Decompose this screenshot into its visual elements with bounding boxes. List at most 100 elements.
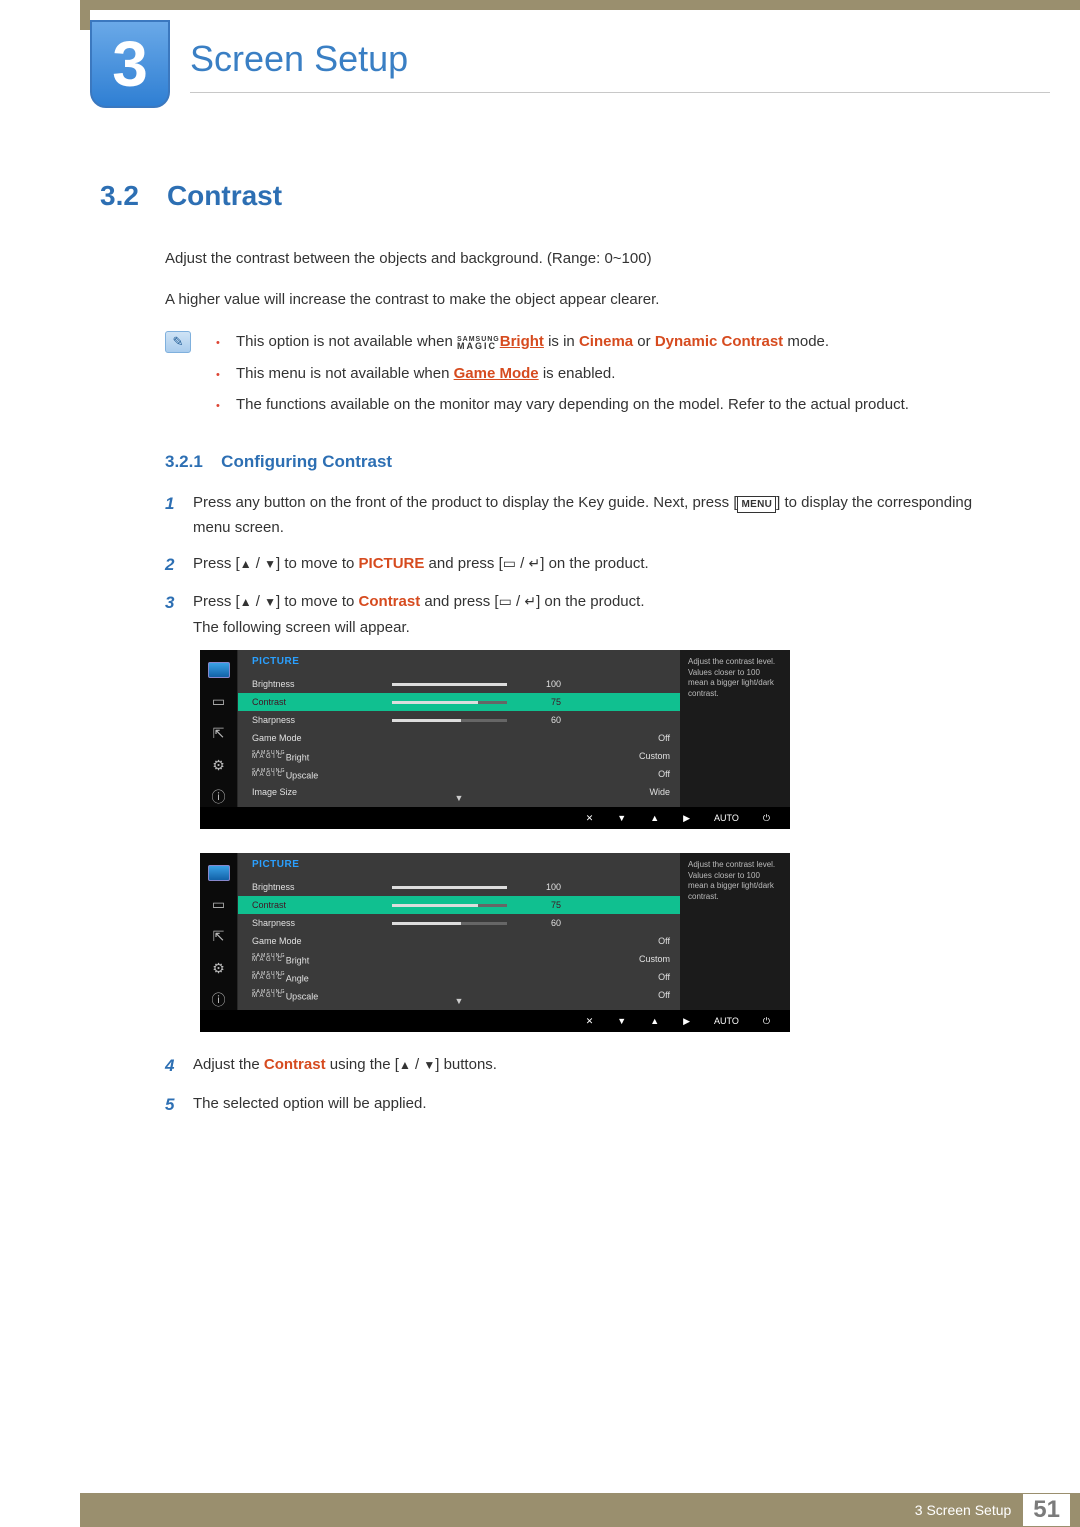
osd-tooltip: Adjust the contrast level. Values closer… [680, 650, 790, 807]
osd-title: PICTURE [252, 656, 670, 667]
chapter-title: Screen Setup [190, 38, 408, 80]
osd-row-value: Off [630, 972, 670, 982]
osd-slider [392, 683, 507, 686]
osd-row-label: SAMSUNGMAGICBright [252, 954, 392, 966]
step-number: 2 [165, 551, 179, 580]
osd-slider-fill [392, 683, 507, 686]
osd-row: Sharpness60 [252, 711, 670, 729]
note-item-1: This option is not available when SAMSUN… [216, 329, 909, 355]
osd-slider [392, 922, 507, 925]
step-5: 5 The selected option will be applied. [165, 1091, 1010, 1120]
osd-screenshots: ▭ ⇱ ⚙ ⓘ PICTURE Brightness100Contrast75S… [200, 650, 1010, 1032]
rect-icon: ▭ [499, 590, 512, 614]
osd-slider [392, 719, 507, 722]
osd-row-selected: Contrast75 [238, 693, 680, 711]
step-text: Press [▲ / ▼] to move to PICTURE and pre… [193, 551, 649, 580]
osd-row-label: Game Mode [252, 733, 392, 743]
osd-slider-fill [392, 886, 507, 889]
step-text: Press any button on the front of the pro… [193, 490, 1010, 541]
size-tab-icon: ⇱ [208, 724, 230, 742]
osd-slider [392, 886, 507, 889]
top-bar [80, 0, 1080, 10]
osd-row-value: Off [630, 990, 670, 1000]
osd-slider-fill [392, 922, 461, 925]
osd-row-label: SAMSUNGMAGICUpscale [252, 990, 392, 1002]
osd-row-selected: Contrast75 [238, 896, 680, 914]
osd-row-label: SAMSUNGMAGICUpscale [252, 769, 392, 781]
steps: 1 Press any button on the front of the p… [165, 490, 1010, 641]
steps-cont: 4 Adjust the Contrast using the [▲ / ▼] … [165, 1052, 1010, 1120]
osd-screen-1: ▭ ⇱ ⚙ ⓘ PICTURE Brightness100Contrast75S… [200, 650, 790, 829]
osd-slider-fill [392, 701, 478, 704]
dynamic-contrast-mode: Dynamic Contrast [655, 333, 783, 350]
osd-main: PICTURE Brightness100Contrast75Sharpness… [238, 650, 680, 807]
enter-icon: ↵ [524, 590, 536, 614]
section-number: 3.2 [100, 180, 139, 212]
power-icon: ⏻ [763, 813, 770, 824]
settings-tab-icon: ⚙ [208, 756, 230, 774]
monitor-icon [208, 662, 230, 678]
picture-tab-icon: ▭ [208, 895, 230, 913]
osd-row-value: 60 [521, 918, 561, 928]
osd-row-value: 75 [521, 900, 561, 910]
osd-slider-fill [392, 719, 461, 722]
osd-footer: ✕ ▼ ▲ ▶ AUTO ⏻ [200, 1010, 790, 1032]
menu-button-label: MENU [737, 496, 776, 513]
game-mode-link[interactable]: Game Mode [454, 365, 539, 382]
picture-label: PICTURE [359, 555, 425, 572]
contrast-label: Contrast [264, 1056, 326, 1073]
osd-row-label: SAMSUNGMAGICBright [252, 751, 392, 763]
intro-1: Adjust the contrast between the objects … [165, 248, 1010, 271]
picture-tab-icon: ▭ [208, 692, 230, 710]
step-2: 2 Press [▲ / ▼] to move to PICTURE and p… [165, 551, 1010, 580]
osd-row-value: Off [630, 769, 670, 779]
osd-tooltip: Adjust the contrast level. Values closer… [680, 853, 790, 1010]
note-item-3: The functions available on the monitor m… [216, 392, 909, 418]
triangle-up-icon: ▲ [399, 1055, 411, 1075]
osd-rows: Brightness100Contrast75Sharpness60Game M… [252, 878, 670, 1004]
osd-row-label: Sharpness [252, 918, 392, 928]
osd-row: Brightness100 [252, 675, 670, 693]
chapter-badge: 3 [90, 20, 170, 108]
info-tab-icon: ⓘ [208, 991, 230, 1009]
osd-screen-2: ▭ ⇱ ⚙ ⓘ PICTURE Brightness100Contrast75S… [200, 853, 790, 1032]
close-icon: ✕ [586, 1016, 594, 1027]
right-icon: ▶ [683, 813, 690, 824]
osd-row-label: Game Mode [252, 936, 392, 946]
osd-footer: ✕ ▼ ▲ ▶ AUTO ⏻ [200, 807, 790, 829]
page: 3 Screen Setup 3.2 Contrast Adjust the c… [0, 0, 1080, 1527]
triangle-down-icon: ▼ [264, 554, 276, 574]
intro-2: A higher value will increase the contras… [165, 289, 1010, 312]
note-block: ✎ This option is not available when SAMS… [165, 329, 1010, 424]
osd-row-value: 100 [521, 679, 561, 689]
osd-row-label: Brightness [252, 882, 392, 892]
triangle-down-icon: ▼ [423, 1055, 435, 1075]
osd-row-value: 60 [521, 715, 561, 725]
osd-row-value: Custom [630, 954, 670, 964]
scroll-down-icon: ▼ [455, 996, 464, 1006]
osd-row: Game ModeOff [252, 729, 670, 747]
right-icon: ▶ [683, 1016, 690, 1027]
osd-row: Game Mode Off [252, 932, 670, 950]
osd-sidebar: ▭ ⇱ ⚙ ⓘ [200, 650, 238, 807]
triangle-up-icon: ▲ [240, 592, 252, 612]
osd-slider [392, 904, 507, 907]
osd-row: Sharpness 60 [252, 914, 670, 932]
rect-icon: ▭ [503, 552, 516, 576]
scroll-down-icon: ▼ [455, 793, 464, 803]
step-text: Adjust the Contrast using the [▲ / ▼] bu… [193, 1052, 497, 1081]
step-1: 1 Press any button on the front of the p… [165, 490, 1010, 541]
enter-icon: ↵ [529, 552, 541, 576]
osd-row: Brightness100 [252, 878, 670, 896]
step-text: Press [▲ / ▼] to move to Contrast and pr… [193, 589, 644, 640]
auto-label: AUTO [714, 1016, 739, 1026]
osd-row-value: 75 [521, 697, 561, 707]
step-number: 3 [165, 589, 179, 640]
up-icon: ▲ [650, 813, 659, 823]
section-heading: 3.2 Contrast [100, 180, 1010, 212]
bright-link[interactable]: Bright [500, 333, 544, 350]
osd-row-value: Off [630, 936, 670, 946]
content: 3.2 Contrast Adjust the contrast between… [100, 180, 1010, 1130]
osd-row-label: Image Size [252, 787, 392, 797]
subsection-number: 3.2.1 [165, 452, 203, 471]
